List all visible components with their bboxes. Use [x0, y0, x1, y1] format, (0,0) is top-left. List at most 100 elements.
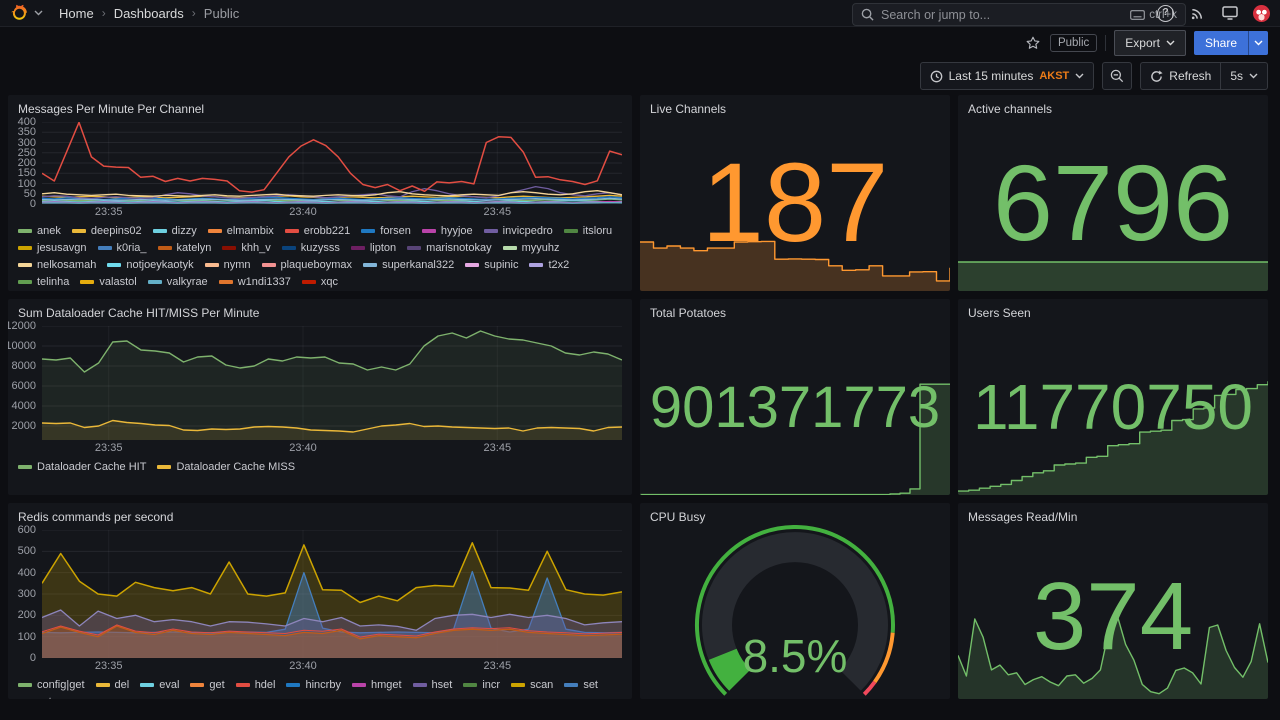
- legend-item[interactable]: elmambix: [207, 223, 274, 239]
- legend-item[interactable]: hincrby: [286, 677, 341, 693]
- legend-item[interactable]: hyyjoe: [421, 223, 473, 239]
- x-axis-tick: 23:40: [289, 442, 317, 454]
- legend-item[interactable]: valkyrae: [147, 274, 208, 290]
- panel-title[interactable]: Total Potatoes: [640, 299, 736, 324]
- export-button[interactable]: Export: [1114, 30, 1186, 56]
- legend-swatch: [412, 683, 427, 687]
- legend-swatch: [350, 246, 365, 250]
- stat-value: 901371773: [649, 375, 941, 440]
- legend-swatch: [301, 280, 316, 284]
- y-axis-tick: 150: [17, 167, 36, 180]
- legend-item[interactable]: Dataloader Cache HIT: [18, 459, 146, 475]
- legend-item[interactable]: telinha: [18, 274, 69, 290]
- legend-item[interactable]: hdel: [235, 677, 275, 693]
- legend-item[interactable]: t2x2: [529, 257, 569, 273]
- panel-title[interactable]: Users Seen: [958, 299, 1041, 324]
- toolbar-divider: [1105, 35, 1107, 51]
- legend-label: get: [209, 679, 225, 691]
- legend-item[interactable]: incr: [463, 677, 500, 693]
- legend-label: anek: [37, 225, 61, 237]
- legend-item[interactable]: notjoeykaotyk: [107, 257, 194, 273]
- legend-item[interactable]: myyuhz: [502, 240, 559, 256]
- legend-item[interactable]: deepins02: [71, 223, 142, 239]
- legend-item[interactable]: supinic: [465, 257, 518, 273]
- panel-messages-read-min: Messages Read/Min 374: [958, 503, 1268, 699]
- time-range-picker[interactable]: Last 15 minutes AKST: [919, 62, 1095, 90]
- panel-title[interactable]: Live Channels: [640, 95, 736, 120]
- legend-item[interactable]: set: [564, 677, 598, 693]
- legend-swatch: [95, 683, 110, 687]
- refresh-interval-dropdown[interactable]: 5s: [1220, 62, 1268, 90]
- legend-item[interactable]: katelyn: [157, 240, 211, 256]
- gauge-value: 8.5%: [742, 630, 848, 682]
- legend-item[interactable]: get: [190, 677, 225, 693]
- legend-item[interactable]: w1ndi1337: [218, 274, 291, 290]
- chart-plot[interactable]: [42, 122, 622, 204]
- kiosk-monitor-icon[interactable]: [1221, 5, 1238, 22]
- chart-plot[interactable]: [42, 530, 622, 658]
- panel-title[interactable]: Active channels: [958, 95, 1062, 120]
- panel-title[interactable]: Sum Dataloader Cache HIT/MISS Per Minute: [8, 299, 269, 324]
- panel-total-potatoes: Total Potatoes 901371773: [640, 299, 950, 495]
- chevron-down-icon[interactable]: [34, 10, 43, 16]
- legend-swatch: [564, 683, 579, 687]
- legend-item[interactable]: itsloru: [563, 223, 612, 239]
- legend-item[interactable]: del: [95, 677, 129, 693]
- legend-item[interactable]: kuzysss: [281, 240, 340, 256]
- legend-swatch: [407, 246, 422, 250]
- legend-swatch: [563, 229, 578, 233]
- legend-item[interactable]: nelkosamah: [18, 257, 96, 273]
- legend-item[interactable]: erobb221: [284, 223, 350, 239]
- chart-plot[interactable]: [42, 326, 622, 440]
- y-axis-tick: 200: [17, 157, 36, 169]
- legend-item[interactable]: eval: [140, 677, 179, 693]
- zoom-out-button[interactable]: [1102, 62, 1133, 90]
- chart-area: 0 100 200 300 400 500 600: [8, 524, 632, 664]
- panel-title[interactable]: Messages Per Minute Per Channel: [8, 95, 214, 120]
- legend-label: invicpedro: [502, 225, 553, 237]
- legend-item[interactable]: jesusavgn: [18, 240, 87, 256]
- legend-item[interactable]: config|get: [18, 677, 85, 693]
- legend-label: hincrby: [305, 679, 341, 691]
- legend-swatch: [235, 683, 250, 687]
- legend-item[interactable]: scan: [511, 677, 553, 693]
- breadcrumb-home[interactable]: Home: [59, 6, 94, 21]
- share-button[interactable]: Share: [1193, 31, 1268, 55]
- legend-item[interactable]: plaqueboymax: [261, 257, 352, 273]
- news-rss-icon[interactable]: [1189, 5, 1206, 22]
- legend-item[interactable]: hset: [412, 677, 452, 693]
- avatar[interactable]: [1253, 4, 1270, 22]
- legend-item[interactable]: lipton: [350, 240, 396, 256]
- star-icon[interactable]: [1025, 35, 1042, 52]
- share-menu-caret[interactable]: [1248, 31, 1268, 55]
- legend-item[interactable]: xqc: [301, 274, 338, 290]
- legend-item[interactable]: hmget: [351, 677, 402, 693]
- chevron-down-icon: [1249, 73, 1258, 79]
- legend-item[interactable]: dizzy: [152, 223, 197, 239]
- y-axis-tick: 600: [17, 524, 36, 536]
- legend-swatch: [97, 246, 112, 250]
- help-icon[interactable]: ?: [1157, 4, 1174, 22]
- legend-item[interactable]: valastol: [80, 274, 137, 290]
- legend-item[interactable]: Dataloader Cache MISS: [157, 459, 295, 475]
- legend-item[interactable]: forsen: [361, 223, 411, 239]
- stat-value: 11770750: [973, 371, 1253, 443]
- legend-item[interactable]: nymn: [204, 257, 251, 273]
- legend-item[interactable]: superkanal322: [363, 257, 454, 273]
- chevron-down-icon: [1254, 40, 1263, 46]
- grafana-logo-icon[interactable]: [10, 4, 28, 22]
- legend-item[interactable]: setex: [18, 694, 63, 699]
- legend-item[interactable]: anek: [18, 223, 61, 239]
- panel-active-channels: Active channels 6796: [958, 95, 1268, 291]
- panel-title[interactable]: Messages Read/Min: [958, 503, 1087, 528]
- legend-label: forsen: [380, 225, 411, 237]
- legend-item[interactable]: invicpedro: [483, 223, 553, 239]
- legend-item[interactable]: marisnotokay: [407, 240, 492, 256]
- y-axis-tick: 350: [17, 126, 36, 139]
- breadcrumb-dashboards[interactable]: Dashboards: [114, 6, 184, 21]
- legend-swatch: [18, 280, 32, 284]
- search-input[interactable]: Search or jump to... ctrl+k: [852, 3, 1186, 26]
- legend-item[interactable]: k0ria_: [97, 240, 147, 256]
- refresh-button[interactable]: Refresh: [1140, 62, 1221, 90]
- legend-item[interactable]: khh_v: [222, 240, 271, 256]
